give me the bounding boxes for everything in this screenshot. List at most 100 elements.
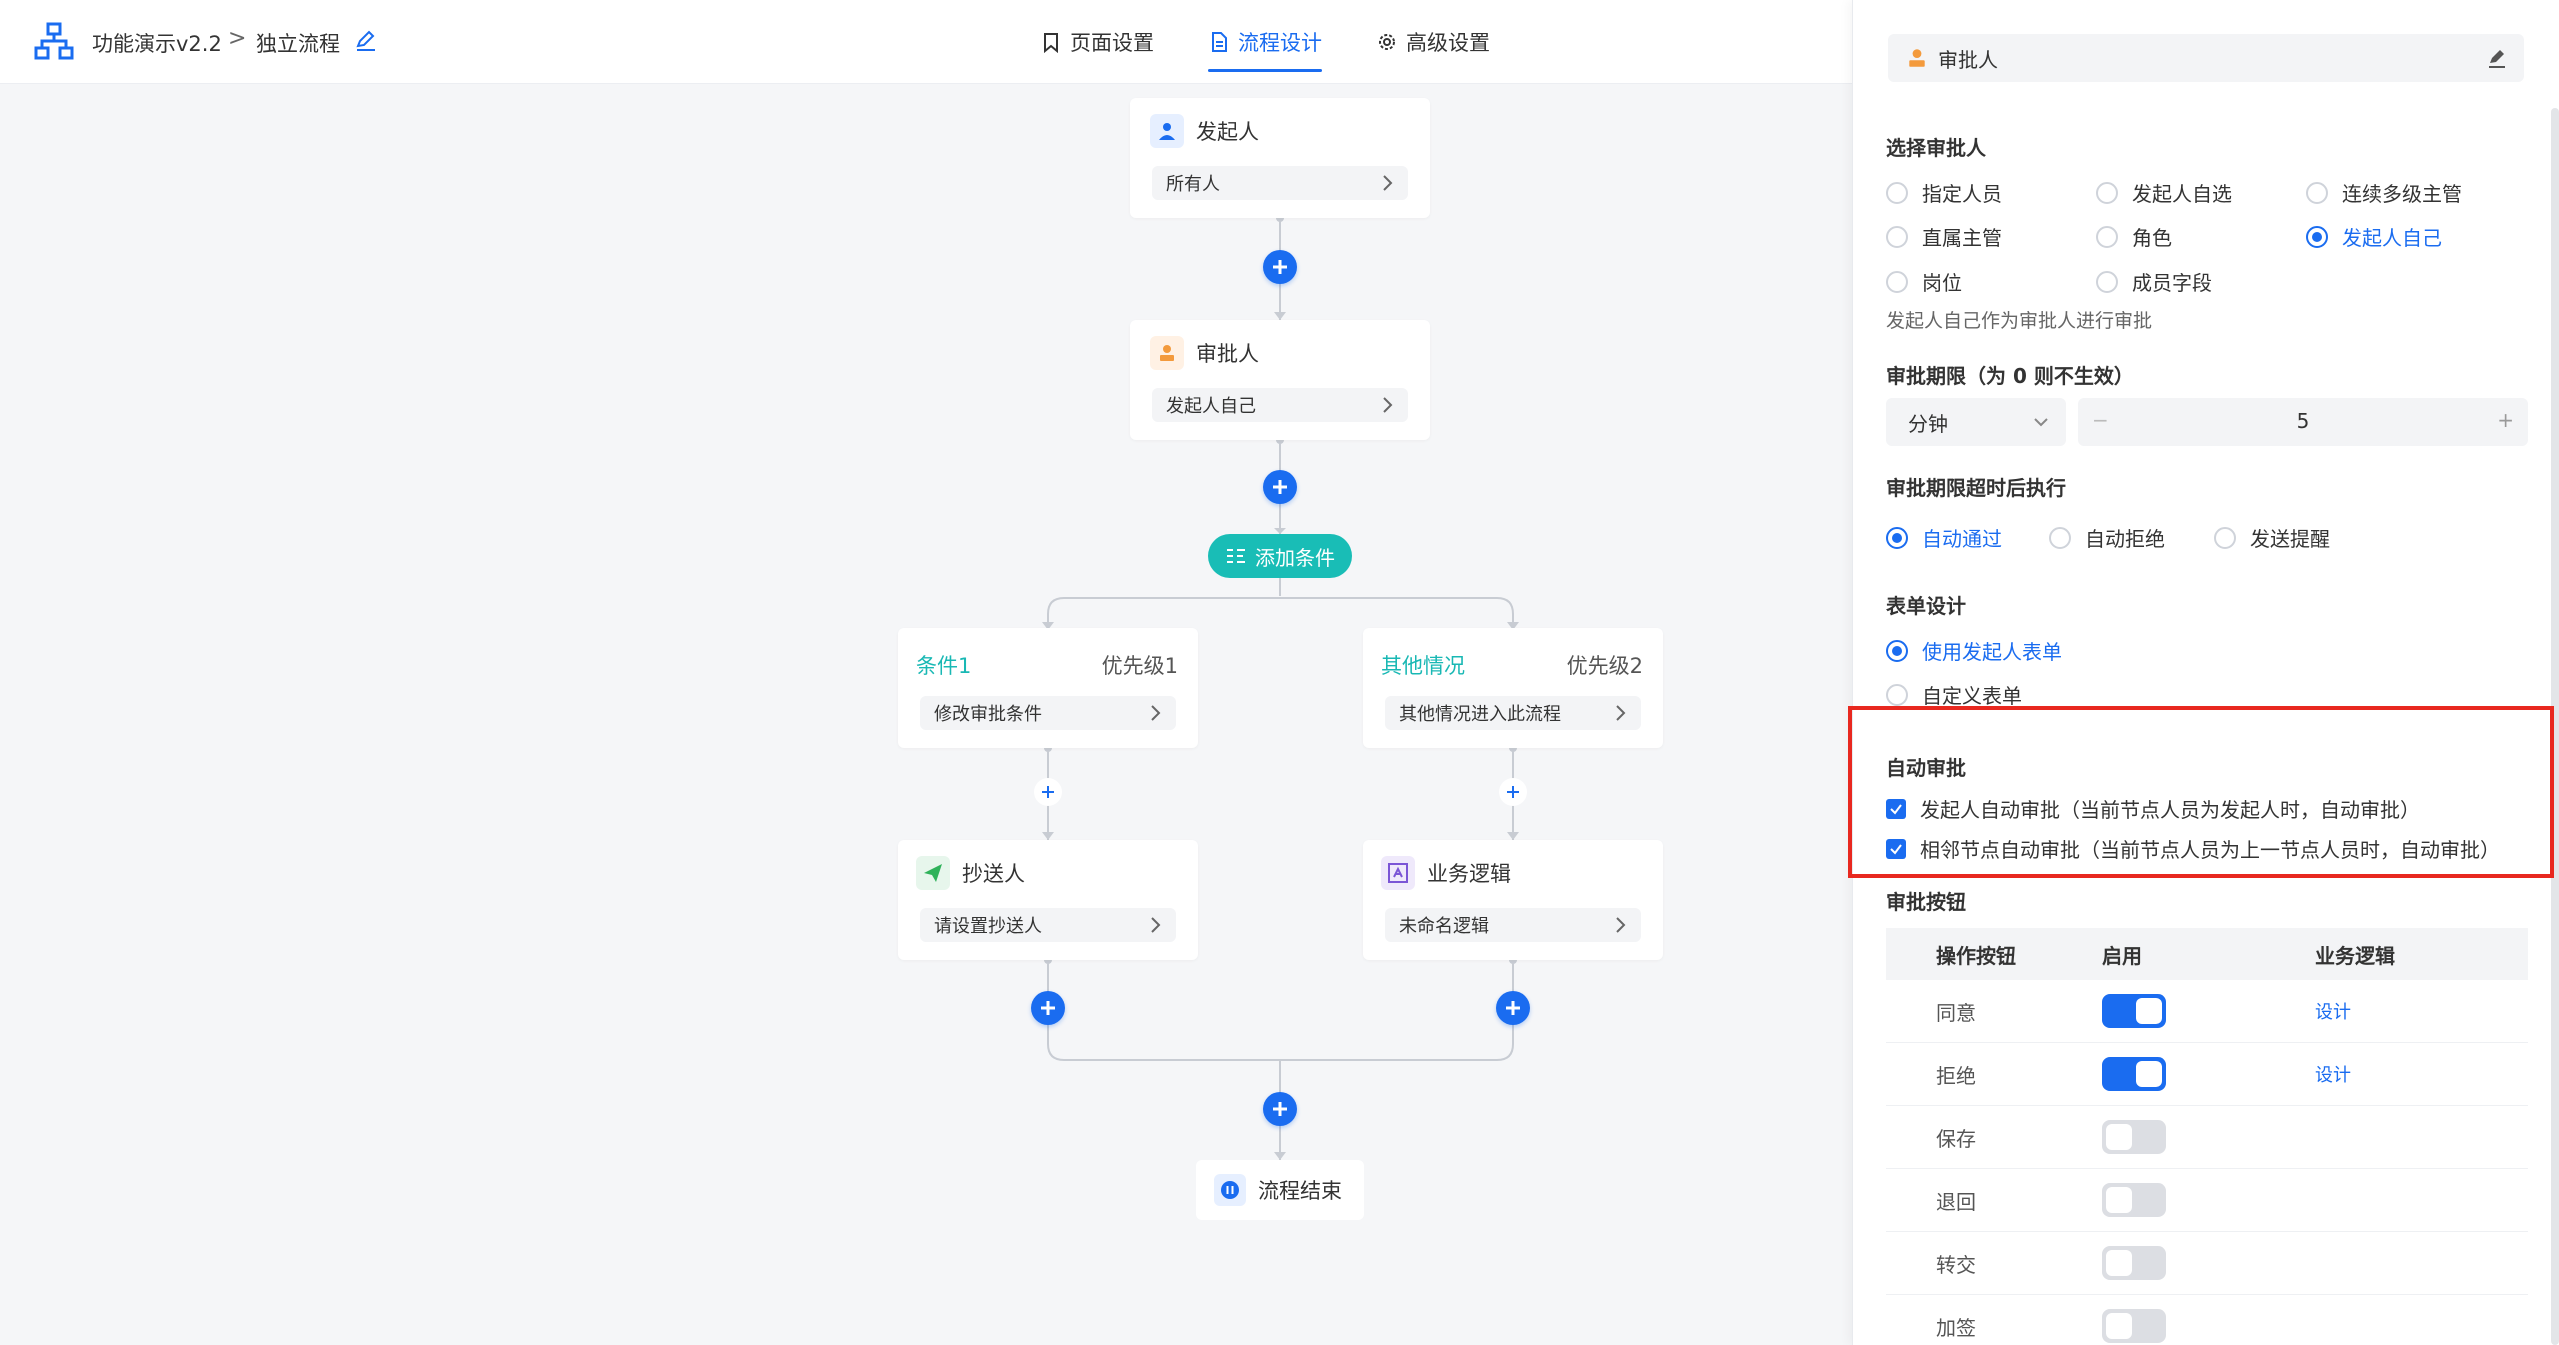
- top-tabs: 页面设置 流程设计 高级设置: [1040, 0, 1544, 84]
- enable-toggle[interactable]: [2102, 1057, 2166, 1091]
- end-label: 流程结束: [1258, 1179, 1342, 1203]
- approval-buttons-title: 审批按钮: [1886, 890, 1966, 914]
- stepper-value[interactable]: 5: [2078, 409, 2528, 433]
- add-node-button[interactable]: [1034, 778, 1062, 806]
- approver-hint: 发起人自己作为审批人进行审批: [1886, 310, 2153, 332]
- radio-approver-option[interactable]: 发起人自选: [2096, 178, 2232, 207]
- add-node-button[interactable]: [1263, 470, 1297, 504]
- deadline-title: 审批期限（为 0 则不生效）: [1886, 364, 2134, 388]
- table-row: 保存: [1886, 1106, 2528, 1169]
- node-value[interactable]: 修改审批条件: [920, 696, 1176, 730]
- approver-stamp-icon: [1909, 49, 1925, 67]
- enable-toggle[interactable]: [2102, 1309, 2166, 1343]
- table-row: 同意 设计: [1886, 980, 2528, 1043]
- start-node[interactable]: 发起人 所有人: [1130, 98, 1430, 218]
- table-row: 转交: [1886, 1232, 2528, 1295]
- condition-node-2[interactable]: 其他情况 优先级2 其他情况进入此流程: [1363, 628, 1663, 748]
- highlight-box: [1848, 706, 2554, 878]
- node-title: 审批人: [1196, 342, 1259, 366]
- design-link[interactable]: 设计: [2315, 1002, 2351, 1023]
- tab-advanced-settings[interactable]: 高级设置: [1376, 0, 1490, 84]
- add-node-button[interactable]: [1031, 991, 1065, 1025]
- radio-form-option-selected[interactable]: 使用发起人表单: [1886, 636, 2062, 665]
- flow-canvas[interactable]: 发起人 所有人 审批人 发起人自己 添加条件 条件1 优先级1 修改审批条件 其…: [0, 84, 1852, 1345]
- node-config-panel: 审批人 选择审批人 指定人员 发起人自选 连续多级主管 直属主管 角色 发起人自…: [1852, 0, 2559, 1345]
- node-value[interactable]: 请设置抄送人: [920, 908, 1176, 942]
- condition-name: 条件1: [916, 654, 972, 678]
- node-title: 发起人: [1196, 120, 1259, 144]
- enable-toggle[interactable]: [2102, 1183, 2166, 1217]
- condition-priority: 优先级1: [1101, 654, 1178, 678]
- radio-approver-option[interactable]: 直属主管: [1886, 222, 2002, 251]
- top-header: 功能演示v2.2 > 独立流程 页面设置 流程设计 高级设置: [0, 0, 1852, 84]
- table-row: 拒绝 设计: [1886, 1043, 2528, 1106]
- node-value[interactable]: 其他情况进入此流程: [1385, 696, 1641, 730]
- flow-name: 独立流程: [256, 32, 340, 56]
- tab-flow-design[interactable]: 流程设计: [1208, 0, 1322, 84]
- radio-timeout-option[interactable]: 发送提醒: [2214, 523, 2330, 552]
- condition-priority: 优先级2: [1566, 654, 1643, 678]
- chevron-down-icon: [2034, 418, 2048, 427]
- send-icon: [916, 856, 950, 890]
- condition-node-1[interactable]: 条件1 优先级1 修改审批条件: [898, 628, 1198, 748]
- enable-toggle[interactable]: [2102, 994, 2166, 1028]
- radio-timeout-option-selected[interactable]: 自动通过: [1886, 523, 2002, 552]
- cc-node[interactable]: 抄送人 请设置抄送人: [898, 840, 1198, 960]
- gear-icon: [1379, 34, 1395, 50]
- node-value[interactable]: 发起人自己: [1152, 388, 1408, 422]
- radio-approver-option[interactable]: 连续多级主管: [2306, 178, 2462, 207]
- table-header: 操作按钮 启用 业务逻辑: [1886, 928, 2528, 980]
- node-value[interactable]: 未命名逻辑: [1385, 908, 1641, 942]
- user-icon: [1150, 114, 1184, 148]
- table-row: 加签: [1886, 1295, 2528, 1345]
- stop-icon: [1214, 1174, 1246, 1206]
- stepper-plus-button[interactable]: +: [2497, 408, 2514, 432]
- node-value[interactable]: 所有人: [1152, 166, 1408, 200]
- radio-approver-option-selected[interactable]: 发起人自己: [2306, 222, 2442, 251]
- panel-node-title[interactable]: 审批人: [1888, 34, 2524, 82]
- add-node-button[interactable]: [1499, 778, 1527, 806]
- add-condition-button[interactable]: 添加条件: [1208, 534, 1352, 578]
- radio-approver-option[interactable]: 指定人员: [1886, 178, 2002, 207]
- tab-page-settings[interactable]: 页面设置: [1040, 0, 1154, 84]
- end-node[interactable]: 流程结束: [1196, 1160, 1364, 1220]
- add-node-button[interactable]: [1263, 1092, 1297, 1126]
- add-node-button[interactable]: [1263, 250, 1297, 284]
- radio-approver-option[interactable]: 成员字段: [2096, 267, 2212, 296]
- branch-icon: [1227, 549, 1245, 563]
- bookmark-icon: [1044, 33, 1058, 53]
- breadcrumb-separator: >: [228, 26, 247, 51]
- table-row: 退回: [1886, 1169, 2528, 1232]
- radio-approver-option[interactable]: 角色: [2096, 222, 2172, 251]
- chevron-right-icon: [1151, 917, 1161, 933]
- approver-node[interactable]: 审批人 发起人自己: [1130, 320, 1430, 440]
- chevron-right-icon: [1616, 917, 1626, 933]
- deadline-stepper[interactable]: − 5 +: [2078, 398, 2528, 446]
- chevron-right-icon: [1383, 175, 1393, 191]
- chevron-right-icon: [1383, 397, 1393, 413]
- deadline-unit-select[interactable]: 分钟: [1886, 398, 2066, 446]
- add-node-button[interactable]: [1496, 991, 1530, 1025]
- document-icon: [1212, 32, 1227, 52]
- logic-icon: [1381, 856, 1415, 890]
- form-design-title: 表单设计: [1886, 594, 1966, 618]
- enable-toggle[interactable]: [2102, 1120, 2166, 1154]
- enable-toggle[interactable]: [2102, 1246, 2166, 1280]
- approval-buttons-table: 操作按钮 启用 业务逻辑 同意 设计 拒绝 设计 保存 退回 转交 加签: [1886, 928, 2528, 1345]
- design-link[interactable]: 设计: [2315, 1065, 2351, 1086]
- timeout-title: 审批期限超时后执行: [1886, 476, 2066, 500]
- approver-stamp-icon: [1150, 336, 1184, 370]
- node-title: 业务逻辑: [1427, 862, 1511, 886]
- radio-timeout-option[interactable]: 自动拒绝: [2049, 523, 2165, 552]
- chevron-right-icon: [1151, 705, 1161, 721]
- business-logic-node[interactable]: 业务逻辑 未命名逻辑: [1363, 840, 1663, 960]
- edit-icon[interactable]: [2486, 47, 2508, 69]
- select-approver-title: 选择审批人: [1886, 136, 1986, 160]
- radio-form-option[interactable]: 自定义表单: [1886, 680, 2022, 709]
- radio-approver-option[interactable]: 岗位: [1886, 267, 1962, 296]
- flow-logo-icon: [34, 22, 74, 60]
- node-title: 抄送人: [962, 862, 1025, 886]
- edit-icon[interactable]: [354, 28, 378, 52]
- chevron-right-icon: [1616, 705, 1626, 721]
- app-title[interactable]: 功能演示v2.2: [92, 28, 222, 58]
